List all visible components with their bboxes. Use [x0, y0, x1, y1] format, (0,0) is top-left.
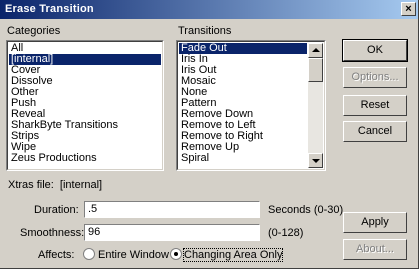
- radio-entire-window-label[interactable]: Entire Window: [98, 249, 169, 261]
- radio-entire-window[interactable]: [83, 248, 95, 260]
- categories-label: Categories: [7, 25, 61, 37]
- about-button[interactable]: About...: [343, 239, 407, 260]
- close-icon: ×: [405, 3, 412, 15]
- category-list-item[interactable]: Zeus Productions: [9, 153, 161, 164]
- xtras-value: [internal]: [59, 179, 103, 191]
- scroll-thumb[interactable]: [308, 58, 323, 82]
- smoothness-hint: (0-128): [268, 227, 304, 239]
- xtras-file-label: Xtras file: [internal]: [8, 179, 102, 191]
- categories-listbox[interactable]: All [internal] Cover Dissolve Other Push Revea…: [6, 40, 164, 171]
- smoothness-label: Smoothness:: [20, 227, 85, 239]
- radio-changing-area-only[interactable]: [170, 248, 182, 260]
- arrow-up-icon: [312, 48, 320, 52]
- categories-list: All [internal] Cover Dissolve Other Push Revea…: [9, 43, 161, 164]
- ok-button[interactable]: OK: [342, 39, 408, 62]
- cancel-button[interactable]: Cancel: [343, 121, 407, 142]
- scroll-down-button[interactable]: [308, 153, 323, 168]
- transitions-scrollbar[interactable]: [308, 43, 323, 168]
- scroll-up-button[interactable]: [308, 43, 323, 58]
- title-bar[interactable]: Erase Transition ×: [0, 0, 418, 19]
- options-button[interactable]: Options...: [343, 67, 407, 88]
- smoothness-input[interactable]: 96: [84, 224, 260, 241]
- duration-hint: Seconds (0-30): [268, 204, 344, 216]
- radio-selected-dot: [174, 252, 178, 256]
- dialog-window: Erase Transition × Categories All [intern…: [0, 0, 419, 269]
- close-button[interactable]: ×: [401, 2, 416, 16]
- arrow-down-icon: [312, 159, 320, 163]
- radio-changing-area-only-label[interactable]: Changing Area Only: [182, 248, 284, 262]
- transition-list-item[interactable]: Spiral: [179, 153, 307, 164]
- transitions-listbox[interactable]: Fade Out Iris In Iris Out Mosaic None Pattern…: [176, 40, 326, 171]
- transitions-list: Fade Out Iris In Iris Out Mosaic None Pattern…: [179, 43, 307, 164]
- affects-label: Affects:: [38, 249, 75, 261]
- window-title: Erase Transition: [5, 3, 94, 15]
- apply-button[interactable]: Apply: [343, 212, 407, 233]
- reset-button[interactable]: Reset: [343, 95, 407, 116]
- xtras-label: Xtras file:: [8, 179, 54, 191]
- duration-label: Duration:: [34, 204, 79, 216]
- duration-input[interactable]: .5: [84, 201, 260, 218]
- transitions-label: Transitions: [178, 25, 232, 37]
